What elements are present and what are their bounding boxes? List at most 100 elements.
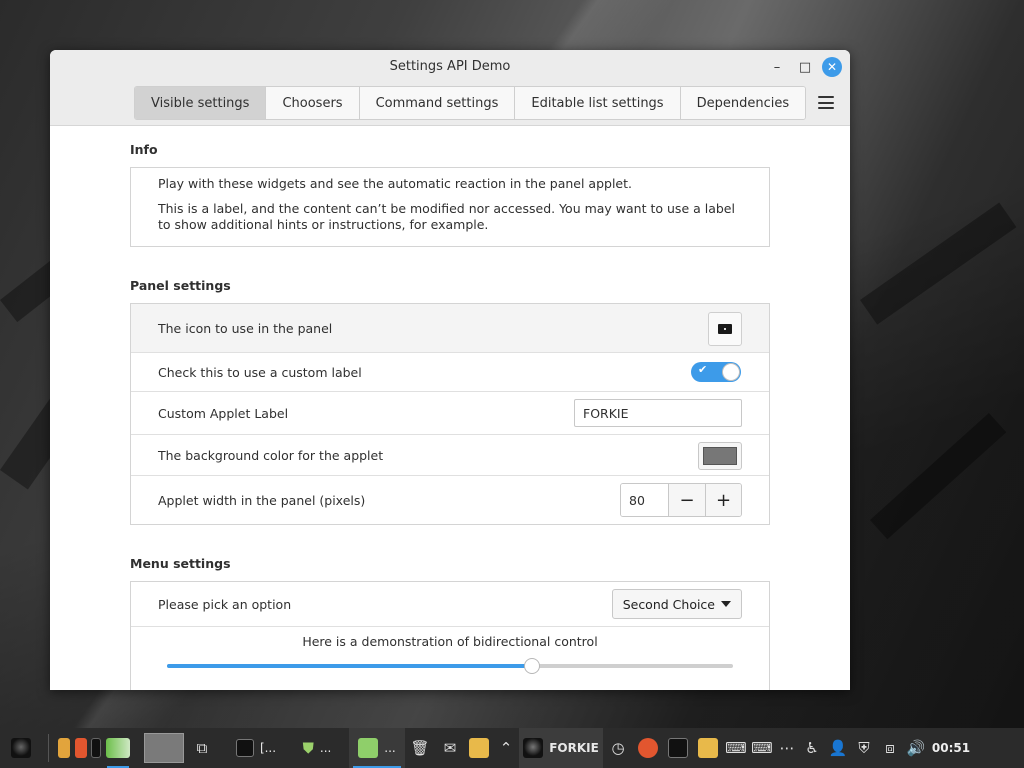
icon-chooser-button[interactable]: [708, 312, 742, 346]
trash-button[interactable]: 🗑: [405, 728, 435, 768]
files-launcher[interactable]: [55, 728, 73, 768]
workspace-switcher[interactable]: [141, 728, 187, 768]
onscreen-keyboard-icon: ⌨: [751, 739, 773, 757]
start-menu-icon: [11, 738, 31, 758]
firefox-tray-icon: [638, 738, 658, 758]
color-swatch: [703, 447, 737, 465]
bg-color-row: The background color for the applet: [131, 435, 769, 476]
icon-row: The icon to use in the panel: [131, 304, 769, 353]
panel-settings-box: The icon to use in the panel Check this …: [130, 303, 770, 525]
tab-visible-settings[interactable]: Visible settings: [135, 87, 267, 119]
applet-width-value[interactable]: 80: [621, 484, 669, 516]
custom-label-toggle-label: Check this to use a custom label: [158, 364, 362, 380]
taskbar-terminal-label: [...: [259, 741, 277, 755]
browser-launcher[interactable]: [73, 728, 89, 768]
folder-tray-icon: [698, 738, 718, 758]
custom-applet-label-label: Custom Applet Label: [158, 405, 289, 421]
taskbar: ⧉ [... ⛊ ... ... 🗑 ✉ ⌃ FORKIE ◷ ⌨ ⌨ ⋯ ♿ …: [0, 728, 1024, 768]
maximize-button[interactable]: □: [795, 57, 815, 77]
menu-settings-box: Please pick an option Second Choice Here…: [130, 581, 770, 690]
pick-option-label: Please pick an option: [158, 596, 292, 612]
tab-editable-list-settings[interactable]: Editable list settings: [515, 87, 681, 119]
taskbar-terminal[interactable]: [...: [223, 728, 289, 768]
tab-dependencies[interactable]: Dependencies: [680, 87, 806, 119]
volume-icon: 🔊: [906, 739, 926, 757]
info-line-2: This is a label, and the content can’t b…: [158, 201, 735, 232]
hamburger-menu-icon[interactable]: [818, 96, 834, 109]
check-icon: ✔: [698, 363, 708, 376]
clock-applet-button[interactable]: ◷: [603, 728, 633, 768]
applet-width-row: Applet width in the panel (pixels) 80 − …: [131, 476, 769, 524]
network-tray[interactable]: ⧈: [877, 728, 903, 768]
bg-color-button[interactable]: [698, 442, 742, 470]
decrement-button[interactable]: −: [669, 484, 705, 516]
dropdown-arrow-icon: [721, 601, 731, 607]
mail-button[interactable]: ✉: [435, 728, 465, 768]
slider-track[interactable]: [167, 658, 733, 674]
custom-applet-label-row: Custom Applet Label FORKIE: [131, 392, 769, 435]
slider-thumb[interactable]: [524, 658, 541, 674]
keyboard-tray[interactable]: ⌨: [723, 728, 749, 768]
accessibility-tray[interactable]: ♿: [799, 728, 825, 768]
firefox-icon: [75, 738, 87, 758]
forkie-applet-icon: [523, 738, 544, 758]
folder-yellow-icon: [469, 738, 489, 758]
onscreen-keyboard-tray[interactable]: ⌨: [749, 728, 775, 768]
info-heading: Info: [130, 142, 158, 157]
update-icon: [106, 738, 130, 758]
settings-window: Settings API Demo – □ ✕ Visible settings…: [50, 50, 850, 690]
pick-option-row: Please pick an option Second Choice: [131, 582, 769, 627]
tray-expand-button[interactable]: ⌃: [493, 728, 519, 768]
network-icon: ⧈: [885, 739, 895, 757]
folder-tray[interactable]: [693, 728, 723, 768]
close-button[interactable]: ✕: [822, 57, 842, 77]
user-tray[interactable]: 👤: [825, 728, 851, 768]
custom-applet-label-input[interactable]: FORKIE: [574, 399, 742, 427]
increment-button[interactable]: +: [705, 484, 741, 516]
ellipsis-icon: ⋯: [779, 739, 795, 757]
option-dropdown-value: Second Choice: [622, 596, 715, 612]
forkie-applet-label: FORKIE: [549, 741, 599, 755]
terminal-tray[interactable]: [663, 728, 693, 768]
taskbar-shield-label: ...: [319, 741, 332, 755]
applet-width-spinbox: 80 − +: [620, 483, 742, 517]
taskbar-settings[interactable]: ...: [349, 728, 405, 768]
applet-icon: [718, 324, 732, 334]
chevron-up-icon: ⌃: [499, 739, 513, 757]
mail-icon: ✉: [443, 739, 457, 757]
menu-launcher[interactable]: [0, 728, 42, 768]
tab-command-settings[interactable]: Command settings: [359, 87, 516, 119]
tab-bar: Visible settings Choosers Command settin…: [134, 86, 807, 120]
tab-choosers[interactable]: Choosers: [266, 87, 360, 119]
window-title: Settings API Demo: [389, 59, 511, 74]
bg-color-label: The background color for the applet: [158, 447, 384, 463]
settings-content: Info Play with these widgets and see the…: [50, 127, 850, 690]
volume-tray[interactable]: 🔊: [903, 728, 929, 768]
applet-width-label: Applet width in the panel (pixels): [158, 492, 366, 508]
shield-icon: ⛊: [302, 739, 314, 757]
terminal-tray-icon: [668, 738, 688, 758]
show-desktop-button[interactable]: ⧉: [187, 728, 217, 768]
custom-label-switch[interactable]: ✔: [691, 362, 741, 382]
taskbar-shield[interactable]: ⛊ ...: [289, 728, 345, 768]
terminal-icon: [91, 738, 101, 758]
security-tray[interactable]: ⛨: [851, 728, 877, 768]
update-manager-launcher[interactable]: [103, 728, 133, 768]
terminal-window-icon: [235, 739, 254, 757]
workspace-thumbnail: [144, 733, 184, 763]
clock-icon: ◷: [611, 739, 625, 757]
titlebar: Settings API Demo – □ ✕ Visible settings…: [50, 50, 850, 126]
option-dropdown[interactable]: Second Choice: [611, 589, 742, 619]
forkie-applet[interactable]: FORKIE: [519, 728, 603, 768]
windows-icon: ⧉: [196, 739, 208, 757]
folder-button[interactable]: [465, 728, 493, 768]
clock[interactable]: 00:51: [929, 728, 973, 768]
minimize-button[interactable]: –: [767, 57, 787, 77]
icon-row-label: The icon to use in the panel: [158, 320, 333, 336]
firefox-tray[interactable]: [633, 728, 663, 768]
terminal-launcher[interactable]: [89, 728, 103, 768]
switch-knob: [722, 363, 740, 381]
more-tray[interactable]: ⋯: [775, 728, 799, 768]
info-box: Play with these widgets and see the auto…: [130, 167, 770, 247]
info-line-1: Play with these widgets and see the auto…: [158, 176, 632, 191]
